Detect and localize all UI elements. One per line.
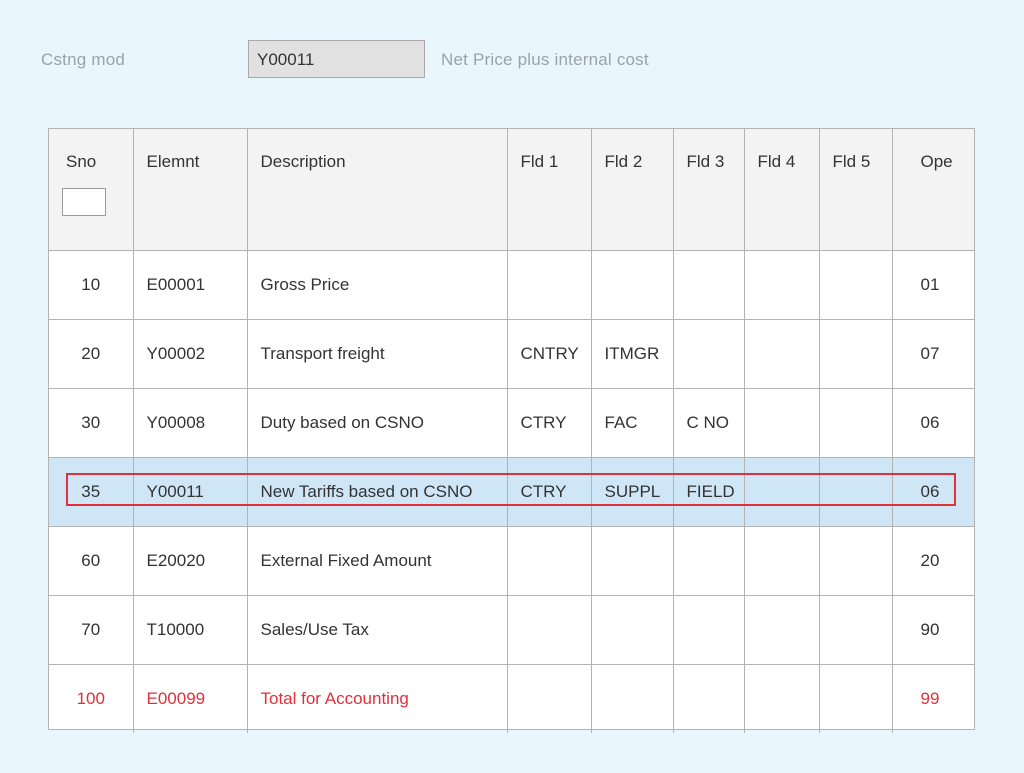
- pricing-table: Sno Elemnt Description Fld 1 Fld 2 Fld 3…: [48, 128, 975, 733]
- cell-element[interactable]: Y00002: [133, 319, 248, 389]
- col-header-label: Sno: [66, 152, 97, 171]
- cell-fld4[interactable]: [744, 526, 820, 596]
- cell-fld4[interactable]: [744, 319, 820, 389]
- col-header-fld3[interactable]: Fld 3: [673, 129, 745, 251]
- cell-ope[interactable]: 90: [892, 595, 974, 665]
- cell-sno[interactable]: 30: [49, 388, 134, 458]
- cell-element[interactable]: E00099: [133, 664, 248, 733]
- cell-element[interactable]: E20020: [133, 526, 248, 596]
- cell-fld5[interactable]: [819, 250, 893, 320]
- cell-element[interactable]: T10000: [133, 595, 248, 665]
- table-row[interactable]: 70 T10000 Sales/Use Tax 90: [49, 595, 974, 665]
- table-row[interactable]: 60 E20020 External Fixed Amount 20: [49, 526, 974, 596]
- cell-fld1[interactable]: CTRY: [507, 388, 592, 458]
- cell-fld1[interactable]: [507, 250, 592, 320]
- cell-fld2[interactable]: SUPPL: [591, 457, 674, 527]
- table-row[interactable]: 20 Y00002 Transport freight CNTRY ITMGR 07: [49, 319, 974, 389]
- cell-description[interactable]: Sales/Use Tax: [247, 595, 508, 665]
- cell-fld4[interactable]: [744, 388, 820, 458]
- cell-fld4[interactable]: [744, 457, 820, 527]
- cell-ope[interactable]: 99: [892, 664, 974, 733]
- cell-fld5[interactable]: [819, 526, 893, 596]
- cell-fld3[interactable]: [673, 664, 745, 733]
- cell-fld1[interactable]: CTRY: [507, 457, 592, 527]
- col-header-fld1[interactable]: Fld 1: [507, 129, 592, 251]
- cell-fld5[interactable]: [819, 664, 893, 733]
- cell-fld3[interactable]: [673, 250, 745, 320]
- col-header-fld4[interactable]: Fld 4: [744, 129, 820, 251]
- cell-ope[interactable]: 01: [892, 250, 974, 320]
- cell-fld5[interactable]: [819, 457, 893, 527]
- costing-mode-label: Cstng mod: [41, 50, 126, 69]
- cell-fld2[interactable]: [591, 664, 674, 733]
- cell-description[interactable]: Transport freight: [247, 319, 508, 389]
- cell-ope[interactable]: 20: [892, 526, 974, 596]
- cell-sno[interactable]: 100: [49, 664, 134, 733]
- table-row[interactable]: 35 Y00011 New Tariffs based on CSNO CTRY SUP…: [49, 457, 974, 527]
- cell-fld4[interactable]: [744, 250, 820, 320]
- cell-description[interactable]: New Tariffs based on CSNO: [247, 457, 508, 527]
- table-row[interactable]: 100 E00099 Total for Accounting 99: [49, 664, 974, 733]
- cell-fld3[interactable]: [673, 595, 745, 665]
- cell-fld4[interactable]: [744, 595, 820, 665]
- cell-fld1[interactable]: [507, 595, 592, 665]
- table-header-row: Sno Elemnt Description Fld 1 Fld 2 Fld 3…: [49, 129, 974, 251]
- cell-element[interactable]: Y00008: [133, 388, 248, 458]
- select-all-checkbox[interactable]: [62, 188, 106, 216]
- cell-sno[interactable]: 35: [49, 457, 134, 527]
- col-header-ope[interactable]: Ope: [892, 129, 974, 251]
- cell-ope[interactable]: 07: [892, 319, 974, 389]
- cell-description[interactable]: Duty based on CSNO: [247, 388, 508, 458]
- cell-fld2[interactable]: [591, 526, 674, 596]
- table-row[interactable]: 10 E00001 Gross Price 01: [49, 250, 974, 320]
- cell-fld1[interactable]: [507, 526, 592, 596]
- cell-sno[interactable]: 70: [49, 595, 134, 665]
- col-header-element[interactable]: Elemnt: [133, 129, 248, 251]
- cell-sno[interactable]: 60: [49, 526, 134, 596]
- cell-fld5[interactable]: [819, 319, 893, 389]
- cell-fld2[interactable]: FAC: [591, 388, 674, 458]
- cell-fld3[interactable]: FIELD: [673, 457, 745, 527]
- cell-description[interactable]: External Fixed Amount: [247, 526, 508, 596]
- col-header-description[interactable]: Description: [247, 129, 508, 251]
- cell-fld2[interactable]: ITMGR: [591, 319, 674, 389]
- col-header-fld2[interactable]: Fld 2: [591, 129, 674, 251]
- cell-fld5[interactable]: [819, 388, 893, 458]
- cell-element[interactable]: E00001: [133, 250, 248, 320]
- cell-fld1[interactable]: CNTRY: [507, 319, 592, 389]
- costing-mode-input[interactable]: Y00011: [248, 40, 425, 78]
- cell-ope[interactable]: 06: [892, 388, 974, 458]
- cell-fld2[interactable]: [591, 250, 674, 320]
- table-row[interactable]: 30 Y00008 Duty based on CSNO CTRY FAC C NO 06: [49, 388, 974, 458]
- cell-element[interactable]: Y00011: [133, 457, 248, 527]
- cell-fld3[interactable]: C NO: [673, 388, 745, 458]
- cell-fld3[interactable]: [673, 526, 745, 596]
- col-header-fld5[interactable]: Fld 5: [819, 129, 893, 251]
- costing-mode-description: Net Price plus internal cost: [441, 50, 649, 69]
- cell-fld1[interactable]: [507, 664, 592, 733]
- cell-sno[interactable]: 10: [49, 250, 134, 320]
- cell-fld5[interactable]: [819, 595, 893, 665]
- cell-fld2[interactable]: [591, 595, 674, 665]
- col-header-sno[interactable]: Sno: [49, 129, 134, 251]
- cell-sno[interactable]: 20: [49, 319, 134, 389]
- cell-fld4[interactable]: [744, 664, 820, 733]
- cell-description[interactable]: Total for Accounting: [247, 664, 508, 733]
- cell-description[interactable]: Gross Price: [247, 250, 508, 320]
- cell-fld3[interactable]: [673, 319, 745, 389]
- cell-ope[interactable]: 06: [892, 457, 974, 527]
